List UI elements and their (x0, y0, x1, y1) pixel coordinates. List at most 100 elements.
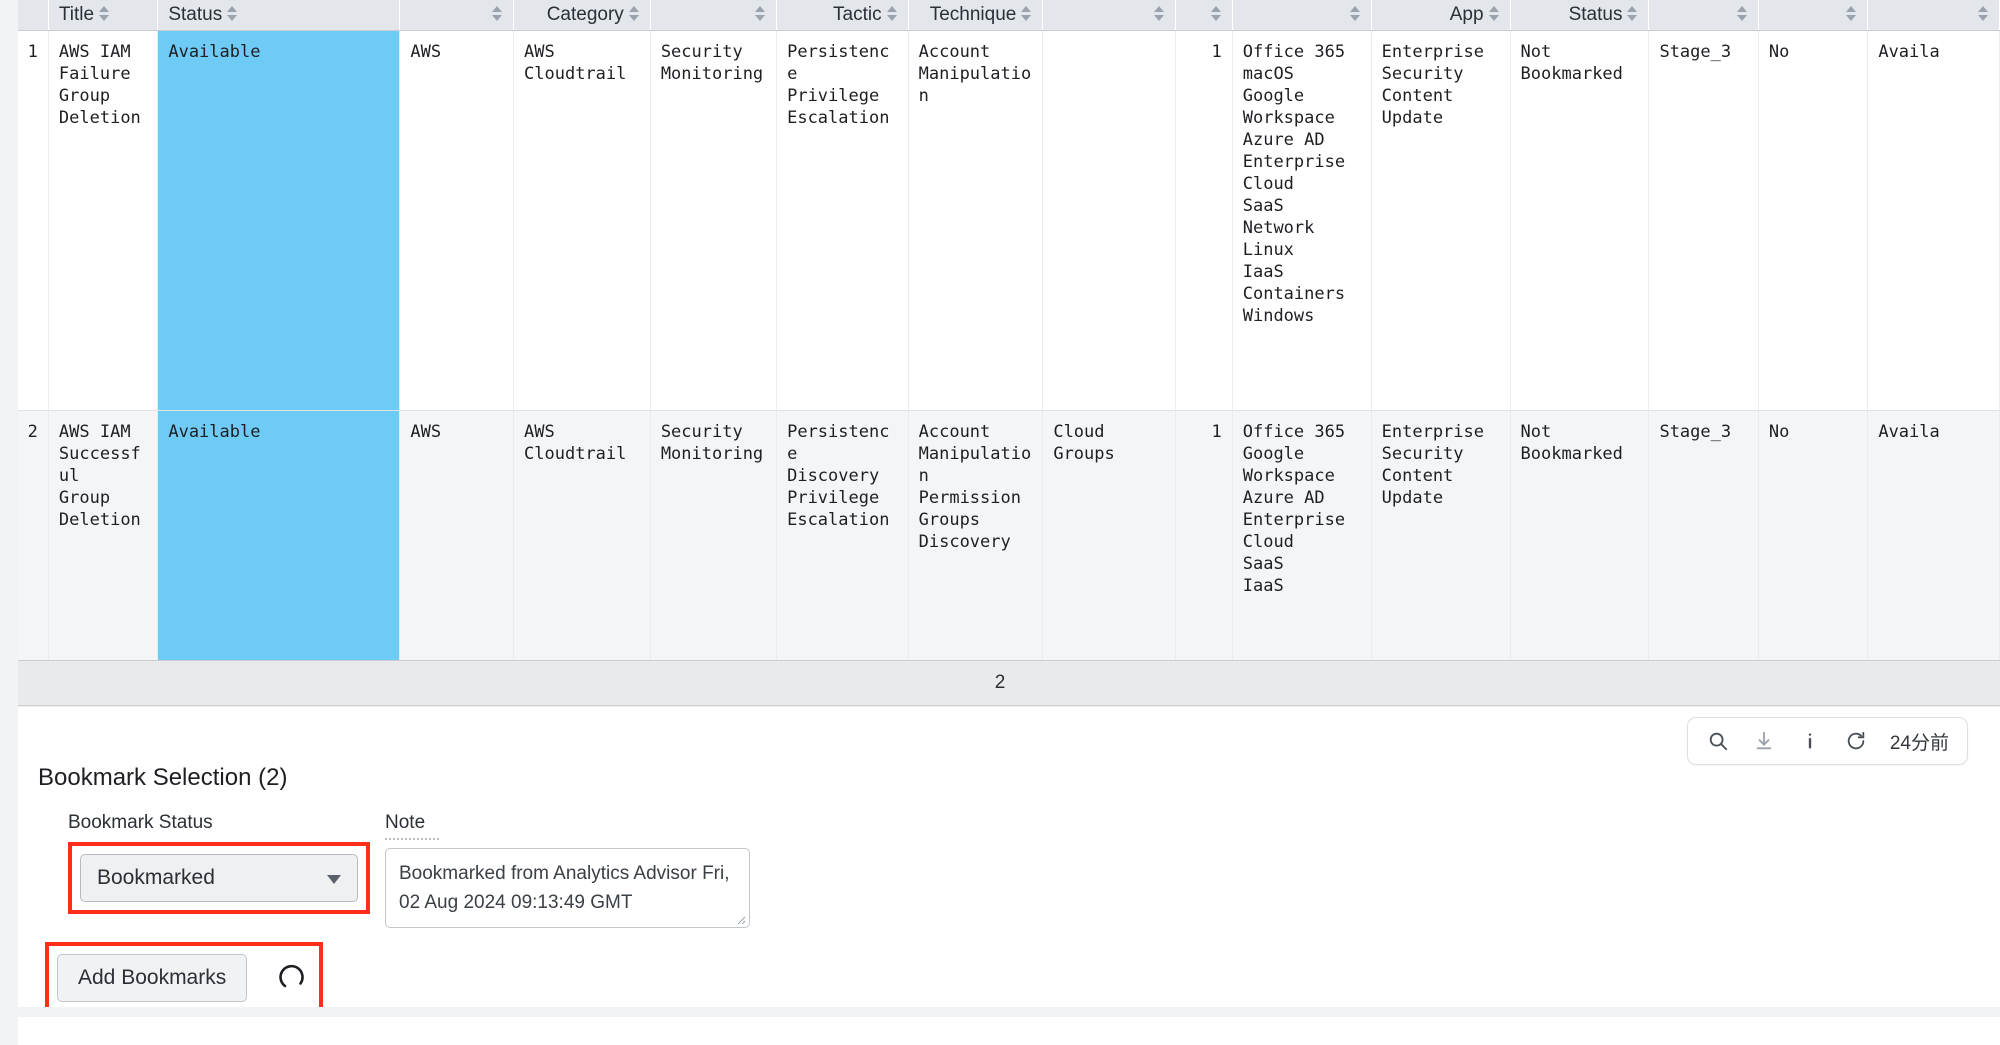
cell-category: AWSCloudtrail (514, 30, 651, 410)
cell-line: Bookmarked (1521, 63, 1639, 85)
cell-line: Discovery (787, 465, 898, 487)
column-header-blank-10[interactable] (1232, 0, 1371, 30)
cell-subtechnique (1043, 30, 1176, 410)
column-header-blank-5[interactable] (650, 0, 776, 30)
sort-arrows-icon[interactable] (227, 5, 238, 23)
cell-line: Cloudtrail (524, 443, 640, 465)
cell-line: Security (661, 421, 766, 443)
cell-line: Groups (1053, 443, 1165, 465)
info-icon[interactable] (1798, 729, 1822, 753)
cell-line: Content (1382, 85, 1500, 107)
sort-arrows-icon[interactable] (1489, 5, 1500, 23)
page-number[interactable]: 2 (995, 672, 1006, 694)
cell-line: Cloud (1053, 421, 1165, 443)
cell-line: Privilege (787, 85, 898, 107)
column-header-blank-3[interactable] (400, 0, 514, 30)
column-header-app-label: App (1450, 4, 1484, 25)
bookmark-status-select[interactable]: Bookmarked (80, 854, 358, 902)
column-header-technique[interactable]: Technique (908, 0, 1043, 30)
last-updated-timestamp: 24分前 (1890, 728, 1949, 755)
next-panel-sliver (0, 1017, 2000, 1045)
cell-line: AWS (524, 41, 640, 63)
cell-subtechnique: CloudGroups (1043, 410, 1176, 660)
sort-arrows-icon[interactable] (1211, 5, 1222, 23)
cell-line: AWS IAM (59, 421, 147, 443)
note-textarea[interactable]: Bookmarked from Analytics Advisor Fri, 0… (385, 848, 750, 928)
cell-line: Update (1382, 487, 1500, 509)
column-header-app[interactable]: App (1371, 0, 1510, 30)
cell-line: Escalation (787, 107, 898, 129)
column-header-status-2[interactable]: Status (1510, 0, 1649, 30)
table-row[interactable]: 1 AWS IAMFailureGroupDeletion Available … (0, 30, 2000, 410)
sort-arrows-icon[interactable] (887, 5, 898, 23)
column-header-blank-13[interactable] (1649, 0, 1758, 30)
results-table-panel: Title Status Category Tactic (0, 0, 2000, 660)
download-icon[interactable] (1752, 729, 1776, 753)
cell-line: Enterprise (1243, 151, 1361, 173)
resize-grip-icon[interactable] (734, 913, 746, 925)
cell-line: Security (661, 41, 766, 63)
refresh-icon[interactable] (1844, 729, 1868, 753)
pagination-bar[interactable]: 2 (0, 660, 2000, 706)
cell-line: Monitoring (661, 443, 766, 465)
sort-arrows-icon[interactable] (1846, 5, 1857, 23)
cell-availability: Availa (1868, 30, 2000, 410)
search-icon[interactable] (1706, 729, 1730, 753)
cell-line: Bookmarked (1521, 443, 1639, 465)
note-label: Note (385, 812, 439, 840)
cell-line: Network (1243, 217, 1361, 239)
add-bookmarks-row: Add Bookmarks (45, 942, 323, 1014)
column-header-blank-15[interactable] (1868, 0, 2000, 30)
cell-line: Deletion (59, 107, 147, 129)
sort-arrows-icon[interactable] (1350, 5, 1361, 23)
cell-line: Permission (919, 487, 1033, 509)
cell-line: Failure (59, 63, 147, 85)
cell-line: AWS (524, 421, 640, 443)
panel-gap (0, 1007, 2000, 1017)
cell-line: Group (59, 487, 147, 509)
cell-line: IaaS (1243, 575, 1361, 597)
column-header-category[interactable]: Category (514, 0, 651, 30)
chevron-down-icon[interactable] (327, 875, 341, 884)
sort-arrows-icon[interactable] (492, 5, 503, 23)
sort-arrows-icon[interactable] (1627, 5, 1638, 23)
panel-title: Bookmark Selection (2) (38, 764, 287, 792)
cell-bookmark-status: NotBookmarked (1510, 30, 1649, 410)
add-bookmarks-button[interactable]: Add Bookmarks (57, 954, 247, 1002)
column-header-blank-14[interactable] (1758, 0, 1867, 30)
sort-arrows-icon[interactable] (1978, 5, 1989, 23)
sort-arrows-icon[interactable] (755, 5, 766, 23)
cell-line: Escalation (787, 509, 898, 531)
cell-usecase: SecurityMonitoring (650, 410, 776, 660)
sort-arrows-icon[interactable] (1021, 5, 1032, 23)
stage-value: Stage_3 (1659, 422, 1731, 442)
results-table: Title Status Category Tactic (0, 0, 2000, 660)
flag-value: No (1769, 422, 1789, 442)
cell-line: Cloud (1243, 531, 1361, 553)
cell-platform-list: Office 365macOSGoogleWorkspaceAzure ADEn… (1232, 30, 1371, 410)
cell-line: Manipulation (919, 63, 1033, 107)
cell-tactic: PersistencePrivilegeEscalation (777, 30, 909, 410)
cell-flag: No (1758, 30, 1867, 410)
cell-line: SaaS (1243, 553, 1361, 575)
cell-line: Cloud (1243, 173, 1361, 195)
flag-value: No (1769, 42, 1789, 62)
cell-line: Deletion (59, 509, 147, 531)
sort-arrows-icon[interactable] (1154, 5, 1165, 23)
column-header-status[interactable]: Status (158, 0, 400, 30)
column-header-blank-9[interactable] (1175, 0, 1232, 30)
sort-arrows-icon[interactable] (1737, 5, 1748, 23)
column-header-blank-8[interactable] (1043, 0, 1176, 30)
table-body: 1 AWS IAMFailureGroupDeletion Available … (0, 30, 2000, 660)
sort-arrows-icon[interactable] (629, 5, 640, 23)
cell-line: Office 365 (1243, 421, 1361, 443)
row-index-value: 1 (28, 42, 38, 62)
cell-bookmark-status: NotBookmarked (1510, 410, 1649, 660)
cell-line: Azure AD (1243, 487, 1361, 509)
column-header-tactic[interactable]: Tactic (777, 0, 909, 30)
availability-value: Availa (1878, 42, 1939, 62)
table-row[interactable]: 2 AWS IAMSuccessfulGroupDeletion Availab… (0, 410, 2000, 660)
column-header-title[interactable]: Title (48, 0, 157, 30)
cell-line: Workspace (1243, 107, 1361, 129)
sort-arrows-icon[interactable] (99, 5, 110, 23)
